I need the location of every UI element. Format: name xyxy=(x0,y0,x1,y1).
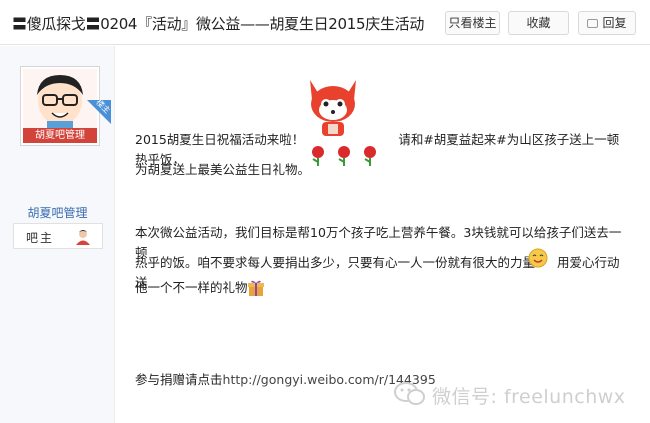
avatar-caption: 胡夏吧管理 xyxy=(23,128,97,143)
roses-emoji-icon xyxy=(312,146,376,166)
post-para-2-line-3: 他一个不一样的礼物 xyxy=(135,280,248,295)
donate-prefix: 参与捐赠请点击 xyxy=(135,372,223,387)
avatar[interactable]: 胡夏吧管理 xyxy=(23,69,97,143)
post-para-2-line-2a: 热乎的饭。咱不要求每人要捐出多少，只要有心一人一份就有很大的力量 xyxy=(135,255,536,270)
reply-button[interactable]: 回复 xyxy=(578,11,636,35)
reply-icon xyxy=(587,19,599,28)
post-line-1a: 2015胡夏生日祝福活动来啦！ xyxy=(135,132,305,147)
author-sidebar: 胡夏吧管理 楼主 胡夏吧管理 吧主 xyxy=(0,46,115,423)
role-user-icon xyxy=(76,230,90,245)
owner-badge-label: 楼主 xyxy=(94,100,111,116)
gift-emoji-icon xyxy=(248,280,264,296)
role-label: 吧主 xyxy=(26,231,55,245)
wechat-watermark: 微信号: freelunchwx xyxy=(394,379,646,411)
watermark-text: 微信号: freelunchwx xyxy=(432,386,626,408)
thread-title: 〓傻瓜探戈〓0204『活动』微公益——胡夏生日2015庆生活动 xyxy=(12,15,425,33)
reply-label: 回复 xyxy=(602,16,627,30)
smile-emoji-icon xyxy=(528,248,548,268)
only-author-button[interactable]: 只看楼主 xyxy=(445,11,500,35)
role-badge: 吧主 xyxy=(13,223,103,249)
owner-corner-badge: 楼主 xyxy=(87,100,111,124)
username-link[interactable]: 胡夏吧管理 xyxy=(0,204,115,221)
collect-button[interactable]: 收藏 xyxy=(508,11,569,35)
wechat-icon xyxy=(394,382,425,405)
thread-header: 〓傻瓜探戈〓0204『活动』微公益——胡夏生日2015庆生活动 只看楼主 收藏 … xyxy=(0,0,650,45)
